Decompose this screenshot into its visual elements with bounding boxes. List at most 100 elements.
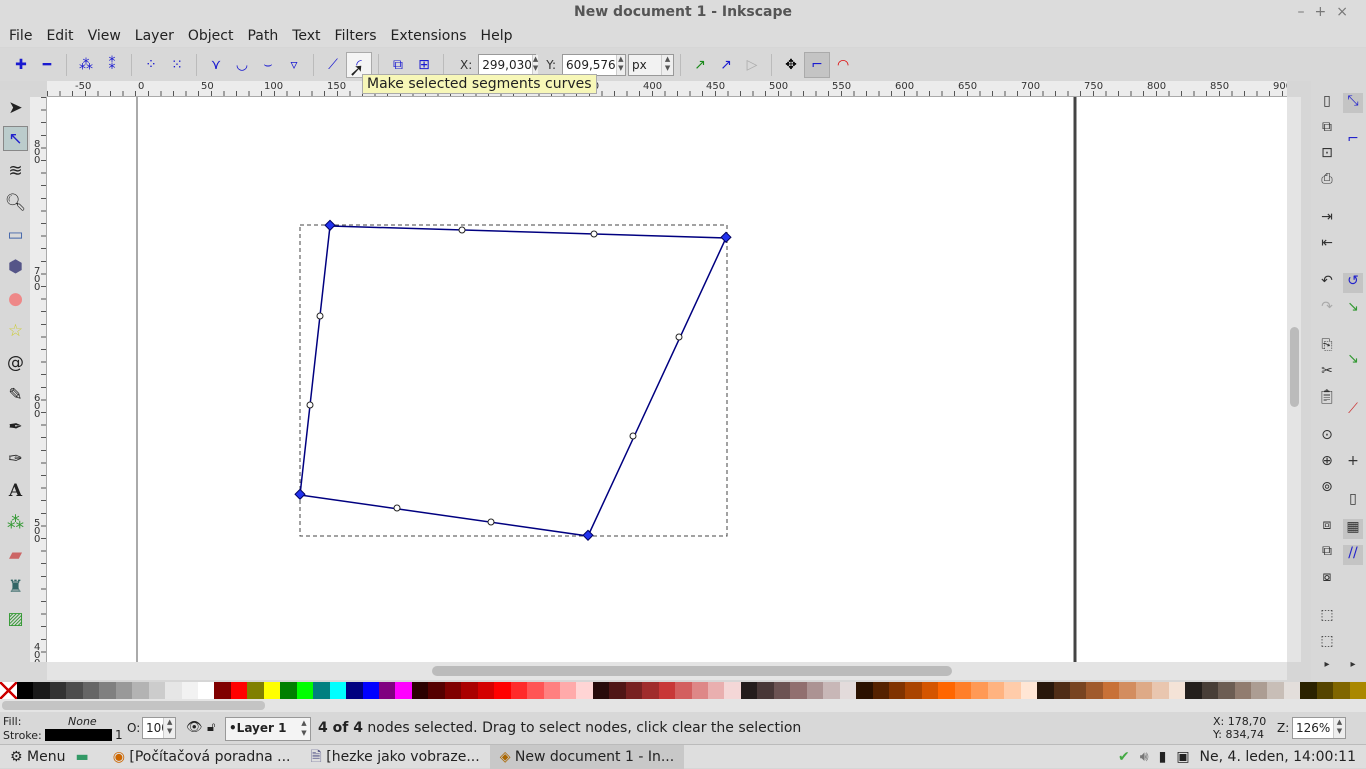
color-swatch[interactable] [329,682,347,699]
color-swatch[interactable] [757,682,774,699]
menu-view[interactable]: View [81,25,128,47]
save-icon[interactable]: ⊡ [1317,145,1337,165]
midpoint-handle[interactable] [306,401,314,409]
next-path-effect-param-icon[interactable]: ↗ [687,52,713,78]
vertical-scroll-thumb[interactable] [1290,327,1299,407]
lock-icon[interactable]: 🔓︎ [207,720,215,735]
layer-select[interactable]: •Layer 1 ▲ ▼ [225,717,311,741]
midpoint-handle[interactable] [590,230,598,238]
color-swatch[interactable] [1185,682,1202,699]
color-swatch[interactable] [1267,682,1284,699]
menu-filters[interactable]: Filters [328,25,384,47]
color-swatch[interactable] [675,682,692,699]
color-swatch[interactable] [510,682,528,699]
color-swatch[interactable] [494,682,511,699]
color-swatch[interactable] [197,682,215,699]
join-nodes-icon[interactable]: ⁂ [73,52,99,78]
star-tool-icon[interactable]: ☆ [3,318,28,343]
color-swatch[interactable] [971,682,988,699]
x-input[interactable]: 299,030 ▲ ▼ [478,53,539,76]
color-swatch[interactable] [99,682,116,699]
break-path-icon[interactable]: ⁑ [99,52,125,78]
show-handles-icon[interactable]: ⌐ [804,51,831,78]
color-swatch[interactable] [905,682,922,699]
color-swatch[interactable] [987,682,1005,699]
print-icon[interactable]: ⎙ [1317,171,1337,191]
zoom-page-icon[interactable]: ⊚ [1317,479,1337,499]
color-swatch[interactable] [543,682,560,699]
stroke-swatch[interactable] [45,729,112,741]
color-swatch[interactable] [263,682,281,699]
color-swatch[interactable] [889,682,906,699]
color-swatch[interactable] [938,682,955,699]
midpoint-handle[interactable] [629,432,637,440]
group-icon[interactable]: ⬚ [1317,607,1337,627]
show-transform-handles-icon[interactable]: ✥ [778,52,804,78]
color-swatch[interactable] [1070,682,1087,699]
color-swatch[interactable] [1218,682,1235,699]
color-swatch[interactable] [856,682,873,699]
snap-bbox-icon[interactable]: ⌐ [1343,131,1363,151]
gradient-tool-icon[interactable]: ▨ [3,606,28,631]
start-menu-button[interactable]: ⚙ Menu [0,745,75,769]
layer-stepper[interactable]: ▲ ▼ [298,718,310,740]
node[interactable] [324,219,336,231]
color-swatch[interactable] [642,682,659,699]
snap-guides-icon[interactable]: // [1343,545,1363,565]
maximize-button[interactable]: + [1315,4,1337,20]
midpoint-handle[interactable] [487,518,495,526]
color-swatch[interactable] [872,682,890,699]
node[interactable] [294,488,306,500]
color-swatch[interactable] [296,682,314,699]
color-swatch[interactable] [1037,682,1054,699]
horizontal-scrollbar[interactable] [47,662,1287,680]
color-swatch[interactable] [395,682,412,699]
new-document-icon[interactable]: ▯ [1317,93,1337,113]
color-swatch[interactable] [1119,682,1136,699]
clone-icon[interactable]: ⧉ [1317,543,1337,563]
color-swatch[interactable] [1020,682,1038,699]
menu-extensions[interactable]: Extensions [384,25,474,47]
color-swatch[interactable] [362,682,379,699]
color-swatch[interactable] [49,682,67,699]
color-swatch[interactable] [313,682,330,699]
color-swatch[interactable] [280,682,297,699]
color-swatch[interactable] [806,682,824,699]
menu-layer[interactable]: Layer [128,25,181,47]
y-stepper[interactable]: ▲ ▼ [615,54,626,75]
show-desktop-icon[interactable]: ▬ [75,749,88,765]
color-swatch[interactable] [1234,682,1251,699]
color-swatch[interactable] [1349,682,1366,699]
horizontal-scroll-thumb[interactable] [432,666,952,676]
zoom-tool-icon[interactable]: 🔍︎ [3,190,28,215]
taskbar-item-document[interactable]: 🗎 [hezke jako vobraze... [301,745,490,769]
zoom-value[interactable]: 126% [1296,718,1330,738]
spray-tool-icon[interactable]: ⁂ [3,510,28,535]
color-swatch[interactable] [33,682,50,699]
node[interactable] [720,231,732,243]
insert-node-icon[interactable]: ✚ [8,52,34,78]
color-swatch[interactable] [346,682,363,699]
quadrilateral-path[interactable] [299,225,728,537]
taskbar-item-inkscape[interactable]: ◈ New document 1 - In... [489,744,685,769]
color-swatch[interactable] [444,682,462,699]
color-swatch[interactable] [378,682,396,699]
color-swatch[interactable] [17,682,34,699]
selector-tool-icon[interactable]: ➤ [3,95,28,120]
midpoint-handle[interactable] [675,333,683,341]
redo-icon[interactable]: ↷ [1317,299,1337,319]
snap-grid-icon[interactable]: ▦ [1343,519,1363,539]
edit-mask-icon[interactable]: ▷ [739,52,765,78]
pen-tool-icon[interactable]: ✒ [3,414,28,439]
snap-enable-icon[interactable]: ⤡ [1343,93,1363,113]
color-swatch[interactable] [592,682,610,699]
ungroup-icon[interactable]: ⬚ [1317,633,1337,653]
unlink-clone-icon[interactable]: ⧇ [1317,569,1337,589]
snap-center-icon[interactable]: + [1343,453,1363,473]
color-swatch[interactable] [954,682,972,699]
menu-text[interactable]: Text [285,25,327,47]
import-icon[interactable]: ⇥ [1317,209,1337,229]
color-swatch[interactable] [625,682,643,699]
ellipse-tool-icon[interactable]: ● [3,286,28,311]
color-swatch[interactable] [1086,682,1103,699]
